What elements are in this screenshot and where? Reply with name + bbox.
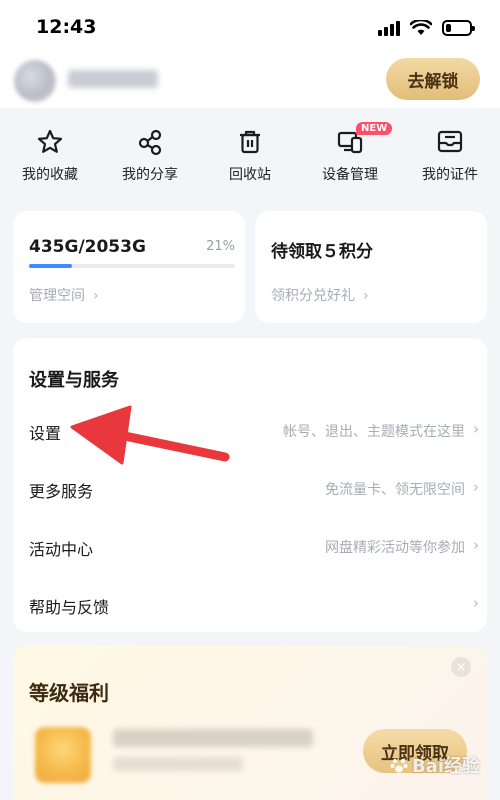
username-blurred[interactable] <box>68 70 158 88</box>
section-heading: 设置与服务 <box>29 370 119 391</box>
redeem-points-label: 领积分兑好礼 <box>271 288 355 304</box>
quick-action-id-cards[interactable]: 我的证件 <box>400 128 500 194</box>
row-hint: 免流量卡、领无限空间 <box>325 482 465 498</box>
row-label: 设置 <box>29 424 62 443</box>
benefit-subtext-blurred <box>113 757 243 771</box>
unlock-button[interactable]: 去解锁 <box>386 58 480 100</box>
status-bar: 12:43 <box>0 0 500 58</box>
new-badge: NEW <box>356 122 393 135</box>
row-label: 帮助与反馈 <box>29 598 110 617</box>
quick-action-label: 我的分享 <box>122 167 178 183</box>
chevron-right-icon: › <box>363 288 369 304</box>
benefit-text-blurred <box>113 729 313 747</box>
quick-action-label: 设备管理 <box>322 167 378 183</box>
quick-action-favorites[interactable]: 我的收藏 <box>0 128 100 194</box>
row-hint: 帐号、退出、主题模式在这里 <box>283 424 465 440</box>
star-icon <box>37 129 63 153</box>
manage-space-label: 管理空间 <box>29 288 85 304</box>
service-row-activity-center[interactable]: 活动中心 网盘精彩活动等你参加 › <box>13 526 487 566</box>
storage-card[interactable]: 435G/2053G 21% 管理空间 › <box>13 211 245 323</box>
watermark-text: Bai经验 <box>411 756 480 777</box>
benefit-title: 等级福利 <box>29 681 109 705</box>
gift-icon <box>35 727 91 783</box>
service-row-help-feedback[interactable]: 帮助与反馈 › <box>13 584 487 624</box>
row-hint: 网盘精彩活动等你参加 <box>325 540 465 556</box>
quick-action-shares[interactable]: 我的分享 <box>100 128 200 194</box>
quick-action-label: 回收站 <box>229 167 271 183</box>
battery-icon <box>442 20 475 36</box>
chevron-right-icon: › <box>93 288 99 304</box>
settings-services-card: 设置与服务 设置 帐号、退出、主题模式在这里 › 更多服务 免流量卡、领无限空间… <box>13 338 487 632</box>
points-card[interactable]: 待领取５积分 领积分兑好礼 › <box>255 211 487 323</box>
paw-icon <box>390 758 408 773</box>
storage-percent: 21% <box>206 239 235 254</box>
profile-header: 去解锁 <box>0 58 500 108</box>
signal-icon <box>378 20 400 36</box>
quick-actions: 我的收藏 我的分享 回收站 NEW 设备管理 我的证件 <box>0 122 500 194</box>
quick-action-label: 我的证件 <box>422 167 478 183</box>
storage-progress-fill <box>29 264 73 268</box>
quick-action-devices[interactable]: NEW 设备管理 <box>300 122 400 194</box>
status-time: 12:43 <box>36 16 97 38</box>
chevron-right-icon: › <box>473 420 479 438</box>
points-title: 待领取５积分 <box>271 242 373 262</box>
storage-amount: 435G/2053G <box>29 237 146 257</box>
close-glyph: × <box>455 659 467 675</box>
row-label: 活动中心 <box>29 540 94 559</box>
wifi-icon <box>410 20 432 35</box>
status-icons <box>378 20 475 36</box>
chevron-right-icon: › <box>473 536 479 554</box>
id-card-icon <box>437 130 463 153</box>
chevron-right-icon: › <box>473 478 479 496</box>
baidu-watermark: Bai经验 <box>390 752 480 778</box>
quick-action-label: 我的收藏 <box>22 167 78 183</box>
red-arrow-annotation <box>70 405 230 465</box>
chevron-right-icon: › <box>473 594 479 612</box>
close-icon[interactable]: × <box>451 657 471 677</box>
share-icon <box>138 129 162 156</box>
avatar[interactable] <box>14 60 56 102</box>
manage-space-link[interactable]: 管理空间 › <box>29 285 99 305</box>
trash-icon <box>240 130 260 154</box>
storage-progress-bar <box>29 264 235 268</box>
quick-action-recycle-bin[interactable]: 回收站 <box>200 128 300 194</box>
row-label: 更多服务 <box>29 482 94 501</box>
redeem-points-link[interactable]: 领积分兑好礼 › <box>271 285 369 305</box>
